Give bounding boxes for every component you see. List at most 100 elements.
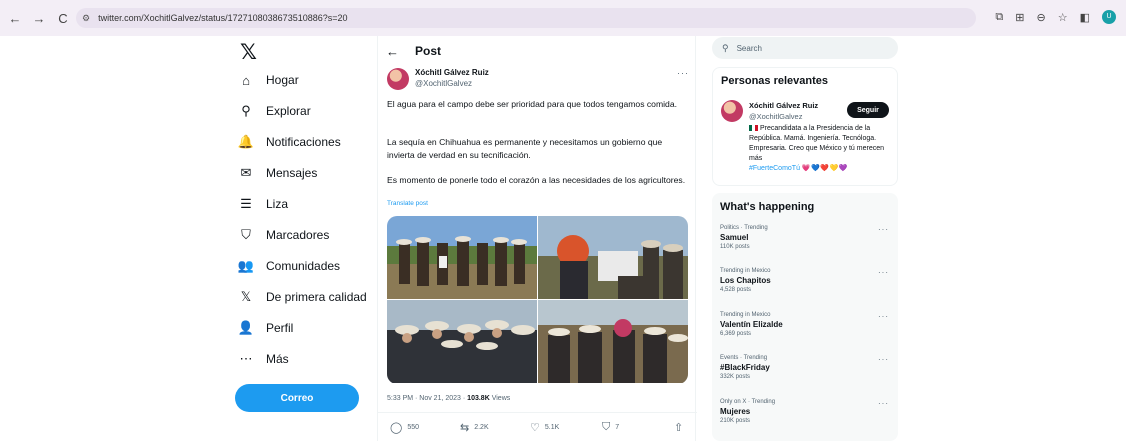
bookmark-star-icon[interactable]: ☆ xyxy=(1058,11,1068,24)
cast-icon[interactable]: ⧉ xyxy=(995,11,1003,24)
author-avatar[interactable] xyxy=(387,68,409,90)
search-placeholder: Search xyxy=(736,43,762,53)
nav-item-communities[interactable]: 👥 Comunidades xyxy=(238,255,340,277)
translate-link[interactable]: Translate post xyxy=(387,200,428,207)
trend-posts: 110K posts xyxy=(720,244,750,250)
post-header: ← Post xyxy=(386,40,441,62)
bookmark-icon: ⛉ xyxy=(602,421,611,433)
main-column: ← Post Xóchitl Gálvez Ruiz @XochitlGalve… xyxy=(377,36,697,441)
more-options-icon[interactable]: ··· xyxy=(878,312,889,321)
nav-item-label: De primera calidad xyxy=(266,290,367,304)
trend-item[interactable]: Politics · Trending Samuel 110K posts ··… xyxy=(720,225,890,250)
nav-item-label: Mensajes xyxy=(266,166,318,180)
follow-button[interactable]: Seguir xyxy=(847,102,889,118)
x-logo-icon[interactable]: 𝕏 xyxy=(240,40,257,64)
nav-item-label: Más xyxy=(266,352,289,366)
communities-icon: 👥 xyxy=(237,258,255,273)
bookmark-button[interactable]: ⛉ 7 xyxy=(602,421,619,434)
more-options-icon[interactable]: ··· xyxy=(878,355,889,364)
profile-avatar[interactable]: U xyxy=(1102,10,1116,24)
more-options-icon[interactable]: ··· xyxy=(878,268,889,277)
action-bar: ◯ 550 ⇆ 2.2K ♡ 5.1K ⛉ 7 ⇧ xyxy=(378,412,697,441)
repost-count: 2.2K xyxy=(474,424,489,431)
trend-posts: 210K posts xyxy=(720,418,751,424)
nav-item-lists[interactable]: ☰ Liza xyxy=(238,193,288,215)
post-button[interactable]: Correo xyxy=(235,384,359,412)
panel-title: Personas relevantes xyxy=(721,75,829,87)
share-button[interactable]: ⇧ xyxy=(674,421,688,434)
person-icon: 👤 xyxy=(237,320,255,335)
side-panel-icon[interactable]: ◧ xyxy=(1080,11,1090,24)
trend-context: Only on X · Trending xyxy=(720,399,776,405)
relevant-people-panel: Personas relevantes Xóchitl Gálvez Ruiz … xyxy=(712,67,898,186)
panel-title: What's happening xyxy=(720,201,815,213)
search-icon: ⚲ xyxy=(241,103,251,118)
nav-item-notifications[interactable]: 🔔 Notificaciones xyxy=(238,131,341,153)
post-photo[interactable] xyxy=(538,300,688,383)
reply-count: 550 xyxy=(407,424,419,431)
whats-happening-panel: What's happening Politics · Trending Sam… xyxy=(712,193,898,441)
repost-icon: ⇆ xyxy=(460,422,470,434)
nav-item-messages[interactable]: ✉ Mensajes xyxy=(238,162,318,184)
nav-item-more[interactable]: ⋯ Más xyxy=(238,348,289,370)
browser-toolbar: ← → C ⚙ twitter.com/XochitlGalvez/status… xyxy=(0,0,1126,36)
nav-item-label: Comunidades xyxy=(266,259,341,273)
view-count: 103.8K xyxy=(467,395,490,402)
author-handle[interactable]: @XochitlGalvez xyxy=(415,79,472,88)
trend-posts: 4,528 posts xyxy=(720,287,752,293)
post-photo[interactable] xyxy=(538,216,688,299)
more-options-icon[interactable]: ··· xyxy=(677,68,689,78)
nav-item-bookmarks[interactable]: ⛉ Marcadores xyxy=(238,224,329,246)
photo-grid xyxy=(387,216,688,384)
relevant-avatar[interactable] xyxy=(721,100,743,122)
relevant-name[interactable]: Xóchitl Gálvez Ruiz xyxy=(749,101,818,110)
like-button[interactable]: ♡ 5.1K xyxy=(530,421,559,434)
search-icon: ⚲ xyxy=(722,42,729,53)
nav-item-label: Marcadores xyxy=(266,228,330,242)
trend-title: Los Chapitos xyxy=(720,276,771,285)
post-photo[interactable] xyxy=(387,300,537,383)
back-arrow-icon[interactable]: ← xyxy=(6,11,24,26)
trend-context: Trending in Mexico xyxy=(720,312,771,318)
back-arrow-icon[interactable]: ← xyxy=(386,44,399,59)
browser-tools: ⧉ ⊞ ⊖ ☆ ◧ U xyxy=(995,10,1116,24)
search-input[interactable]: ⚲ Search xyxy=(712,37,898,59)
nav-item-profile[interactable]: 👤 Perfil xyxy=(238,317,293,339)
more-options-icon[interactable]: ··· xyxy=(878,225,889,234)
relevant-handle[interactable]: @XochitlGalvez xyxy=(749,112,802,121)
repost-button[interactable]: ⇆ 2.2K xyxy=(460,421,489,434)
relevant-bio: Precandidata a la Presidencia de la Repú… xyxy=(749,124,895,174)
post-timestamp[interactable]: 5:33 PM · Nov 21, 2023 · xyxy=(387,395,465,402)
hashtag-link[interactable]: #FuerteComoTú xyxy=(749,165,800,172)
envelope-icon: ✉ xyxy=(240,165,252,180)
address-bar[interactable]: ⚙ twitter.com/XochitlGalvez/status/17271… xyxy=(76,8,976,28)
nav-item-home[interactable]: ⌂ Hogar xyxy=(238,69,299,91)
post-photo[interactable] xyxy=(387,216,537,299)
heart-icon: ♡ xyxy=(530,422,540,434)
author-name[interactable]: Xóchitl Gálvez Ruiz xyxy=(415,68,489,77)
share-icon: ⇧ xyxy=(674,422,684,434)
trend-title: Valentín Elizalde xyxy=(720,320,783,329)
reload-icon[interactable]: C xyxy=(54,11,72,26)
forward-arrow-icon[interactable]: → xyxy=(30,11,48,26)
translate-icon[interactable]: ⊞ xyxy=(1015,11,1024,24)
list-icon: ☰ xyxy=(240,196,252,211)
reply-icon: ◯ xyxy=(390,422,403,434)
more-options-icon[interactable]: ··· xyxy=(878,399,889,408)
trend-item[interactable]: Trending in Mexico Los Chapitos 4,528 po… xyxy=(720,268,890,293)
nav-item-premium[interactable]: 𝕏 De primera calidad xyxy=(238,286,367,308)
trend-title: #BlackFriday xyxy=(720,363,770,372)
site-info-icon[interactable]: ⚙ xyxy=(82,13,90,24)
tweet-paragraph: El agua para el campo debe ser prioridad… xyxy=(387,99,677,109)
hearts-emoji-icon: 💗💙❤️💛💜 xyxy=(801,165,849,172)
mexico-flag-icon xyxy=(749,125,758,132)
reply-button[interactable]: ◯ 550 xyxy=(390,421,419,434)
zoom-icon[interactable]: ⊖ xyxy=(1037,11,1046,24)
trend-item[interactable]: Only on X · Trending Mujeres 210K posts … xyxy=(720,399,890,424)
trend-title: Mujeres xyxy=(720,407,751,416)
tweet-paragraph: Es momento de ponerle todo el corazón a … xyxy=(387,175,686,185)
trend-item[interactable]: Trending in Mexico Valentín Elizalde 6,3… xyxy=(720,312,890,337)
url-text[interactable]: twitter.com/XochitlGalvez/status/1727108… xyxy=(98,13,347,23)
nav-item-explore[interactable]: ⚲ Explorar xyxy=(238,100,310,122)
trend-item[interactable]: Events · Trending #BlackFriday 332K post… xyxy=(720,355,890,380)
